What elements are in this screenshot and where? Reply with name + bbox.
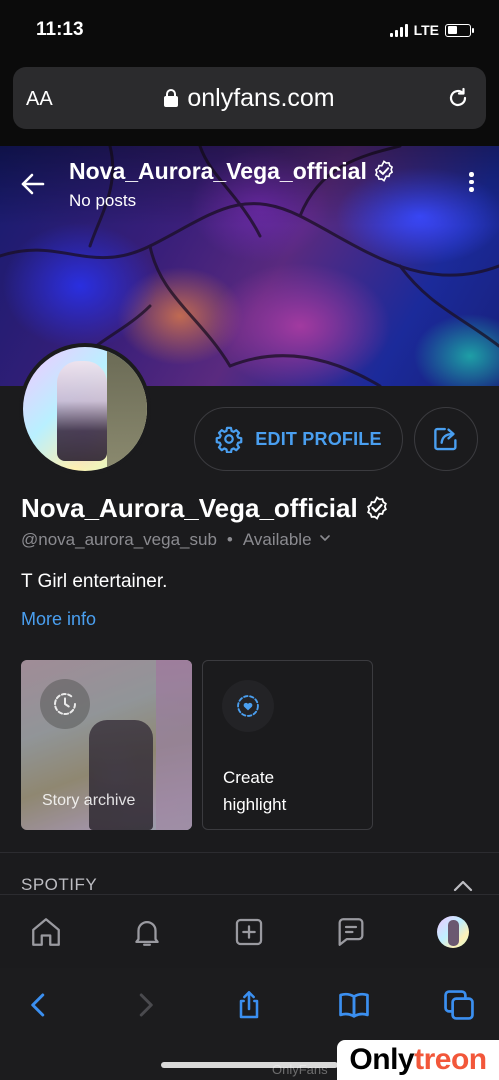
onlyfans-watermark: OnlyFans — [272, 1062, 328, 1077]
onlytreon-watermark: Only treon — [337, 1040, 499, 1080]
signal-icon — [389, 23, 408, 37]
cover-post-count: No posts — [69, 191, 137, 210]
highlight-icon-wrap — [222, 680, 274, 732]
lock-icon — [164, 89, 179, 107]
profile-handle: @nova_aurora_vega_sub — [21, 530, 217, 549]
handle-row: @nova_aurora_vega_sub • Available — [21, 530, 330, 550]
browser-forward-button[interactable] — [128, 988, 162, 1022]
spotify-section-title[interactable]: SPOTIFY — [21, 875, 97, 895]
chevron-left-icon — [31, 993, 45, 1017]
browser-bookmarks-button[interactable] — [337, 988, 371, 1022]
create-highlight-label: Create highlight — [223, 764, 286, 818]
status-time: 11:13 — [36, 19, 84, 40]
chat-icon — [338, 918, 364, 946]
story-archive-label: Story archive — [42, 792, 136, 809]
share-up-icon — [239, 991, 259, 1019]
url-display[interactable]: onlyfans.com — [13, 84, 486, 113]
verified-badge-icon — [366, 496, 387, 520]
story-archive-icon-wrap — [40, 679, 90, 729]
site-bottom-nav — [0, 894, 499, 968]
verified-badge-icon — [374, 160, 393, 182]
add-post-icon — [235, 918, 263, 946]
chevron-down-icon — [319, 535, 330, 541]
nav-new-post-button[interactable] — [232, 915, 266, 949]
cover-title: Nova_Aurora_Vega_official — [69, 158, 395, 185]
more-options-icon[interactable] — [469, 172, 475, 194]
availability-status[interactable]: Available — [243, 530, 330, 549]
profile-avatar[interactable] — [19, 343, 151, 475]
address-bar[interactable]: AA onlyfans.com — [13, 67, 486, 129]
nav-home-button[interactable] — [29, 915, 63, 949]
bell-icon — [135, 921, 159, 946]
more-info-link[interactable]: More info — [21, 609, 96, 630]
battery-icon — [445, 23, 474, 37]
edit-profile-button[interactable]: EDIT PROFILE — [194, 407, 403, 471]
network-type: LTE — [413, 22, 439, 38]
chevron-right-icon — [139, 993, 153, 1017]
clock-history-icon — [54, 693, 77, 716]
profile-name: Nova_Aurora_Vega_official — [21, 493, 389, 524]
book-icon — [339, 992, 369, 1018]
browser-address-area: AA onlyfans.com — [0, 62, 499, 146]
share-icon — [434, 427, 457, 451]
availability-label: Available — [242, 530, 312, 549]
avatar-image — [23, 347, 147, 471]
browser-tabs-button[interactable] — [442, 988, 476, 1022]
profile-bio: T Girl entertainer. — [21, 571, 168, 592]
watermark-part1: Only — [349, 1043, 415, 1076]
browser-share-button[interactable] — [232, 988, 266, 1022]
tabs-icon — [444, 990, 474, 1020]
create-highlight-card[interactable]: Create highlight — [202, 660, 373, 830]
add-highlight-icon — [237, 695, 259, 717]
cover-title-text: Nova_Aurora_Vega_official — [69, 158, 367, 184]
separator-dot: • — [226, 530, 233, 549]
edit-profile-label: EDIT PROFILE — [255, 428, 382, 449]
status-indicators: LTE — [389, 22, 474, 38]
status-bar: 11:13 LTE — [0, 0, 499, 62]
nav-messages-button[interactable] — [334, 915, 368, 949]
url-text: onlyfans.com — [187, 84, 335, 112]
nav-notifications-button[interactable] — [130, 915, 164, 949]
gear-icon — [215, 426, 243, 453]
create-highlight-line2: highlight — [223, 795, 287, 814]
section-divider — [0, 852, 499, 853]
chevron-up-icon[interactable] — [453, 880, 473, 892]
reload-icon[interactable] — [446, 86, 470, 110]
create-highlight-line1: Create — [223, 768, 275, 787]
share-profile-button[interactable] — [414, 407, 478, 471]
home-icon — [32, 918, 60, 946]
watermark-part2: treon — [414, 1043, 487, 1076]
browser-back-button[interactable] — [22, 988, 56, 1022]
profile-name-text: Nova_Aurora_Vega_official — [21, 493, 358, 523]
back-arrow-icon[interactable] — [20, 171, 46, 197]
story-archive-card[interactable]: Story archive — [21, 660, 192, 830]
nav-profile-avatar[interactable] — [437, 916, 469, 948]
